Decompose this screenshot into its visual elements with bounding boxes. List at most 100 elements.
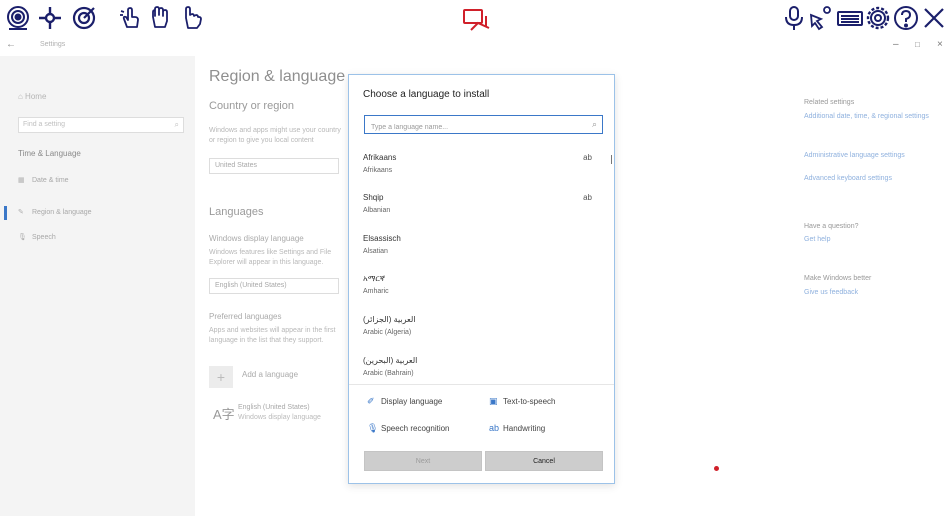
language-search-input[interactable] xyxy=(369,119,583,136)
language-entry-subtitle: Windows display language xyxy=(238,414,321,421)
add-language-label[interactable]: Add a language xyxy=(242,370,298,379)
sidebar-item-label: Date & time xyxy=(32,177,69,184)
touch-select-icon[interactable] xyxy=(806,4,834,32)
minimize-button[interactable]: – xyxy=(893,39,899,50)
language-native-name: العربية (الجزائر) xyxy=(363,315,416,324)
microphone-small-icon: 🎙 xyxy=(18,234,27,241)
list-item[interactable]: العربية (الجزائر) Arabic (Algeria) xyxy=(363,309,608,349)
list-scrollbar[interactable] xyxy=(611,155,612,164)
sidebar-item-label: Speech xyxy=(32,234,56,241)
list-item[interactable]: Elsassisch Alsatian xyxy=(363,228,608,268)
language-native-name: العربية (البحرين) xyxy=(363,356,418,365)
choose-language-dialog: Choose a language to install ⌕ Afrikaans… xyxy=(348,74,615,484)
list-item[interactable]: Afrikaans Afrikaans ab xyxy=(363,147,608,187)
sidebar-item-speech[interactable]: 🎙 Speech xyxy=(18,233,56,241)
language-english-name: Arabic (Algeria) xyxy=(363,329,412,336)
language-english-name: Amharic xyxy=(363,288,389,295)
settings-sidebar: ⌂ Home Find a setting ⌕ Time & Language … xyxy=(0,56,195,516)
sidebar-section-title: Time & Language xyxy=(18,149,81,158)
language-native-name: Elsassisch xyxy=(363,234,401,243)
hand-point-icon[interactable] xyxy=(178,4,206,32)
dialog-divider xyxy=(349,384,614,385)
language-search-box[interactable]: ⌕ xyxy=(364,115,603,136)
microphone-icon[interactable] xyxy=(780,4,808,32)
window-title: Settings xyxy=(40,41,66,48)
language-native-name: Afrikaans xyxy=(363,153,397,162)
region-icon: ✎ xyxy=(18,209,24,216)
crosshair-move-icon[interactable] xyxy=(36,4,64,32)
country-select[interactable]: United States xyxy=(209,158,339,174)
preferred-languages-label: Preferred languages xyxy=(209,312,282,321)
keyboard-icon[interactable] xyxy=(836,4,864,32)
window-close-button[interactable]: × xyxy=(937,39,943,50)
feature-label: Speech recognition xyxy=(381,424,450,433)
back-arrow-icon[interactable]: ← xyxy=(6,39,16,50)
language-english-name: Arabic (Bahrain) xyxy=(363,370,414,377)
feedback-link[interactable]: Give us feedback xyxy=(804,288,944,298)
keyboard-settings-link[interactable]: Advanced keyboard settings xyxy=(804,174,944,184)
country-heading: Country or region xyxy=(209,100,294,112)
feature-text-to-speech: ▣ Text-to-speech xyxy=(489,396,555,407)
gear-icon[interactable] xyxy=(864,4,892,32)
next-button[interactable]: Next xyxy=(364,451,482,471)
country-description: Windows and apps might use your country … xyxy=(209,127,341,144)
sidebar-search-input[interactable]: Find a setting ⌕ xyxy=(18,117,184,133)
add-language-button[interactable]: + xyxy=(209,366,233,388)
search-icon: ⌕ xyxy=(591,119,597,129)
help-icon[interactable] xyxy=(892,4,920,32)
sidebar-item-label: Region & language xyxy=(32,209,92,216)
display-language-description: Windows features like Settings and File … xyxy=(209,249,332,266)
eye-gaze-icon[interactable] xyxy=(4,4,32,32)
language-icon: A字 xyxy=(213,407,235,422)
preferred-languages-description: Apps and websites will appear in the fir… xyxy=(209,327,336,344)
additional-settings-link[interactable]: Additional date, time, & regional settin… xyxy=(804,112,944,122)
handwriting-feature-icon: ab xyxy=(489,423,500,433)
display-language-icon: ✐ xyxy=(367,396,375,406)
feature-label: Handwriting xyxy=(503,424,546,433)
related-settings-heading: Related settings xyxy=(804,99,855,106)
feedback-heading: Make Windows better xyxy=(804,275,872,282)
list-item[interactable]: አማርኛ Amharic xyxy=(363,268,608,308)
target-icon[interactable] xyxy=(70,4,98,32)
page-title: Region & language xyxy=(209,68,346,85)
language-native-name: አማርኛ xyxy=(363,274,385,283)
list-item[interactable]: Shqip Albanian ab xyxy=(363,187,608,227)
display-language-label: Windows display language xyxy=(209,234,304,243)
calendar-icon: ▦ xyxy=(18,177,25,184)
accessibility-toolbar xyxy=(0,0,951,37)
feature-handwriting: ab Handwriting xyxy=(489,423,545,433)
camera-icon[interactable] xyxy=(462,6,492,32)
question-heading: Have a question? xyxy=(804,223,859,230)
feature-label: Display language xyxy=(381,397,443,406)
text-to-speech-icon: ▣ xyxy=(489,396,498,406)
hand-swipe-icon[interactable] xyxy=(146,4,174,32)
language-english-name: Afrikaans xyxy=(363,167,393,174)
window-titlebar: ← Settings – □ × xyxy=(0,36,951,56)
sidebar-item-region-language[interactable]: ✎ Region & language xyxy=(18,208,92,216)
cursor-dot xyxy=(714,466,719,471)
handwriting-icon: ab xyxy=(583,153,592,162)
sidebar-item-date-time[interactable]: ▦ Date & time xyxy=(18,176,69,184)
sidebar-search-placeholder: Find a setting xyxy=(23,121,66,128)
languages-heading: Languages xyxy=(209,206,264,218)
feature-speech-recognition: 🎙 Speech recognition xyxy=(367,423,450,434)
close-icon[interactable] xyxy=(920,4,948,32)
hand-tap-icon[interactable] xyxy=(116,4,144,32)
feature-display-language: ✐ Display language xyxy=(367,396,442,407)
administrative-settings-link[interactable]: Administrative language settings xyxy=(804,151,944,161)
speech-recognition-icon: 🎙 xyxy=(367,423,379,433)
language-list[interactable]: Afrikaans Afrikaans ab Shqip Albanian ab… xyxy=(349,147,614,382)
cancel-button[interactable]: Cancel xyxy=(485,451,603,471)
maximize-button[interactable]: □ xyxy=(915,40,920,49)
language-english-name: Albanian xyxy=(363,207,391,214)
handwriting-icon: ab xyxy=(583,193,592,202)
active-indicator xyxy=(4,206,7,220)
get-help-link[interactable]: Get help xyxy=(804,235,944,245)
dialog-title: Choose a language to install xyxy=(363,89,490,100)
feature-label: Text-to-speech xyxy=(503,397,556,406)
display-language-select[interactable]: English (United States) xyxy=(209,278,339,294)
language-entry-name[interactable]: English (United States) xyxy=(238,404,310,411)
sidebar-home[interactable]: ⌂ Home xyxy=(18,92,46,101)
language-english-name: Alsatian xyxy=(363,248,388,255)
list-item[interactable]: العربية (البحرين) Arabic (Bahrain) xyxy=(363,350,608,382)
